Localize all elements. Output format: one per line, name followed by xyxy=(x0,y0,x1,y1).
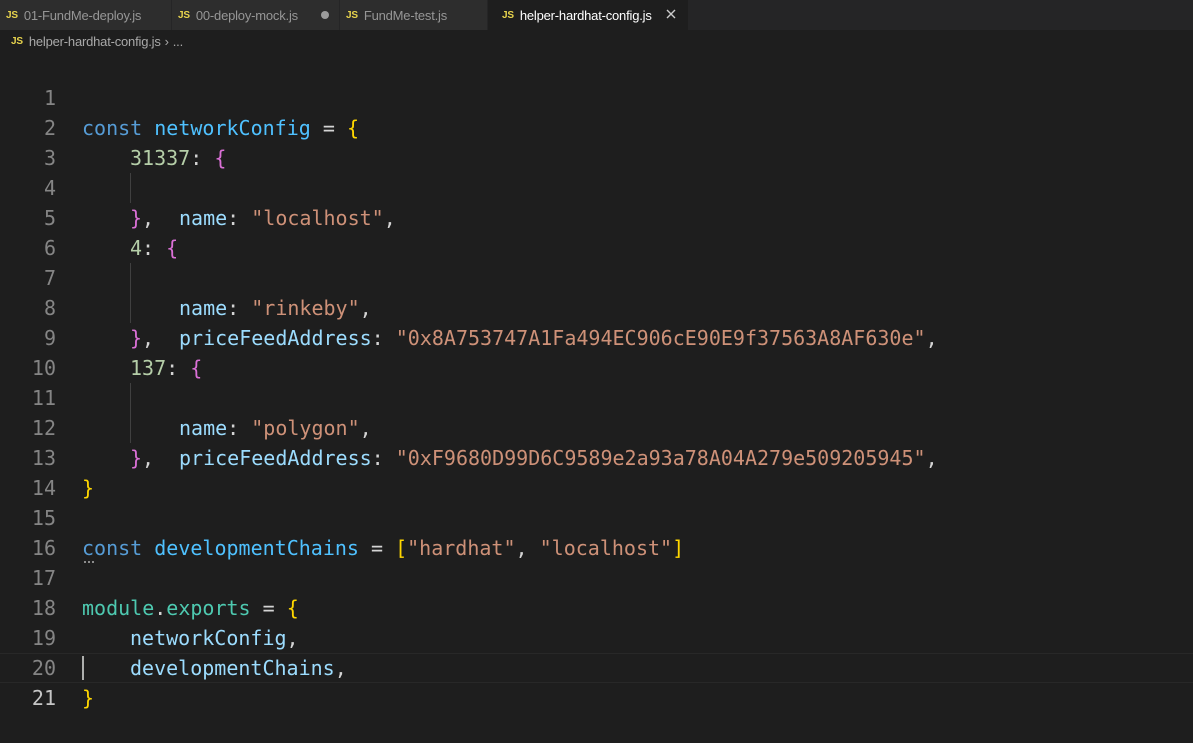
tab-label: helper-hardhat-config.js xyxy=(519,7,652,23)
code-line[interactable]: 7 priceFeedAddress: "0x8A753747A1Fa494EC… xyxy=(0,233,1193,350)
js-file-icon: JS xyxy=(6,9,18,21)
code-line[interactable]: 9 137: { xyxy=(0,293,1193,380)
tab-helper-hardhat-config[interactable]: JS helper-hardhat-config.js xyxy=(488,0,689,30)
code-line[interactable]: 3 name: "localhost", xyxy=(0,113,1193,230)
code-line[interactable]: 4 }, xyxy=(0,143,1193,230)
code-line-current[interactable]: 21 xyxy=(0,653,1193,710)
code-line[interactable]: 15 const developmentChains = ["hardhat",… xyxy=(0,473,1193,560)
tab-00-deploy-mock[interactable]: JS 00-deploy-mock.js xyxy=(172,0,340,30)
unsaved-dot-icon[interactable] xyxy=(321,11,329,19)
code-line[interactable]: 12 }, xyxy=(0,383,1193,470)
code-line[interactable]: 16 xyxy=(0,503,1193,560)
tab-01-fundme-deploy[interactable]: JS 01-FundMe-deploy.js xyxy=(0,0,172,30)
code-line[interactable]: 1 const networkConfig = { xyxy=(0,53,1193,140)
chevron-right-icon: › xyxy=(164,33,169,49)
code-line[interactable]: 10 name: "polygon", xyxy=(0,323,1193,440)
editor-tab-bar: JS 01-FundMe-deploy.js JS 00-deploy-mock… xyxy=(0,0,1193,30)
tab-label: FundMe-test.js xyxy=(363,7,448,23)
code-line[interactable]: 20 } xyxy=(0,623,1193,710)
tab-label: 00-deploy-mock.js xyxy=(195,7,298,23)
js-file-icon: JS xyxy=(11,35,23,47)
code-line[interactable]: 8 }, xyxy=(0,263,1193,350)
breadcrumb-symbols[interactable]: ... xyxy=(173,34,183,49)
code-line[interactable]: 14 xyxy=(0,443,1193,500)
code-line[interactable]: 13 } xyxy=(0,413,1193,500)
code-editor[interactable]: 1 const networkConfig = { 2 31337: { 3 n… xyxy=(0,53,1193,743)
code-line[interactable]: 6 name: "rinkeby", xyxy=(0,203,1193,320)
code-line[interactable]: 18 networkConfig, xyxy=(0,563,1193,650)
js-file-icon: JS xyxy=(178,9,190,21)
bracket: } xyxy=(82,686,95,710)
js-file-icon: JS xyxy=(346,9,358,21)
tab-fundme-test[interactable]: JS FundMe-test.js xyxy=(340,0,488,30)
breadcrumb-file[interactable]: helper-hardhat-config.js xyxy=(29,34,161,49)
text-cursor xyxy=(82,656,84,680)
tab-label: 01-FundMe-deploy.js xyxy=(23,7,142,23)
close-icon[interactable] xyxy=(664,7,678,21)
code-line[interactable]: 17 module.exports = { xyxy=(0,533,1193,620)
code-line[interactable]: 5 4: { xyxy=(0,173,1193,260)
code-line[interactable]: 2 31337: { xyxy=(0,83,1193,170)
code-line[interactable]: 19 developmentChains, xyxy=(0,593,1193,680)
breadcrumb: JS helper-hardhat-config.js › ... xyxy=(0,30,1193,52)
line-number: 21 xyxy=(31,686,56,710)
js-file-icon: JS xyxy=(502,9,514,21)
code-line[interactable]: 11 priceFeedAddress: "0xF9680D99D6C9589e… xyxy=(0,353,1193,470)
